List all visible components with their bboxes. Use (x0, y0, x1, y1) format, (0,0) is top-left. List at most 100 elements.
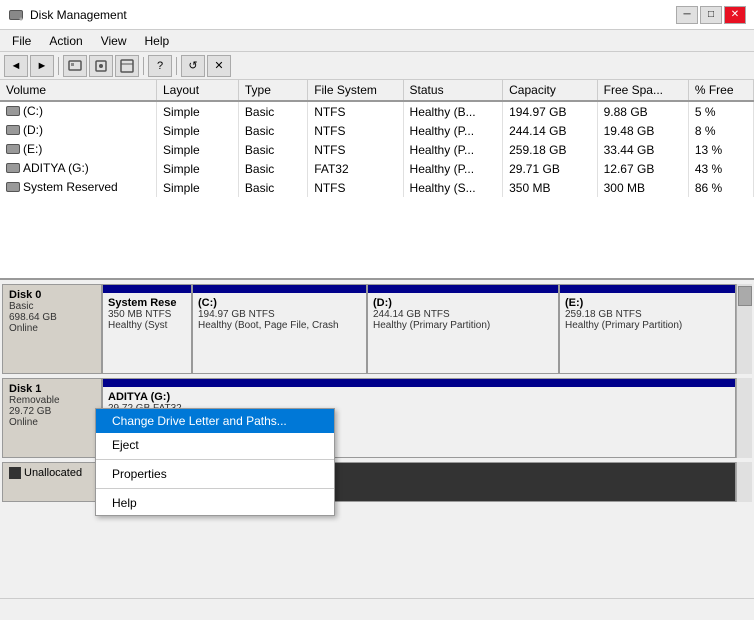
col-header-layout[interactable]: Layout (157, 80, 239, 101)
cell-pct: 86 % (688, 178, 753, 197)
menu-help[interactable]: Help (137, 32, 178, 50)
table-row[interactable]: (D:) Simple Basic NTFS Healthy (P... 244… (0, 121, 754, 140)
partition-d-name: (D:) (373, 297, 553, 309)
partition-sys-res-name: System Rese (108, 297, 186, 309)
snap-button[interactable] (115, 55, 139, 77)
cell-free: 19.48 GB (597, 121, 688, 140)
menu-bar: File Action View Help (0, 30, 754, 52)
scrollbar-thumb[interactable] (738, 286, 752, 306)
cell-volume: (C:) (0, 101, 157, 121)
disk-table-area[interactable]: Volume Layout Type File System Status Ca… (0, 80, 754, 280)
title-bar: Disk Management ─ □ ✕ (0, 0, 754, 30)
toolbar: ◄ ► ? ↺ ✕ (0, 52, 754, 80)
cell-type: Basic (238, 121, 307, 140)
disk1-size: 29.72 GB (9, 406, 95, 417)
partition-d-sub: Healthy (Primary Partition) (373, 320, 553, 331)
disk0-partitions: System Rese 350 MB NTFS Healthy (Syst (C… (102, 284, 736, 374)
help-button[interactable]: ? (148, 55, 172, 77)
cell-pct: 8 % (688, 121, 753, 140)
cell-free: 12.67 GB (597, 159, 688, 178)
col-header-cap[interactable]: Capacity (503, 80, 598, 101)
table-row[interactable]: (E:) Simple Basic NTFS Healthy (P... 259… (0, 140, 754, 159)
scrollbar[interactable] (736, 284, 752, 374)
partition-sys-res-sub: Healthy (Syst (108, 320, 186, 331)
cell-type: Basic (238, 140, 307, 159)
disk1-label: Disk 1 Removable 29.72 GB Online (2, 378, 102, 458)
partition-e[interactable]: (E:) 259.18 GB NTFS Healthy (Primary Par… (560, 285, 735, 373)
col-header-type[interactable]: Type (238, 80, 307, 101)
unallocated-label: Unallocated (2, 462, 102, 502)
up-button[interactable] (63, 55, 87, 77)
context-menu: Change Drive Letter and Paths... Eject P… (95, 408, 335, 516)
partition-e-header (560, 285, 735, 293)
context-menu-item-change-drive[interactable]: Change Drive Letter and Paths... (96, 409, 334, 433)
main-content: Volume Layout Type File System Status Ca… (0, 80, 754, 598)
partition-e-sub: Healthy (Primary Partition) (565, 320, 730, 331)
table-row[interactable]: ADITYA (G:) Simple Basic FAT32 Healthy (… (0, 159, 754, 178)
col-header-fs[interactable]: File System (308, 80, 403, 101)
toolbar-sep-2 (143, 57, 144, 75)
properties-button[interactable] (89, 55, 113, 77)
context-menu-sep2 (96, 488, 334, 489)
cell-layout: Simple (157, 159, 239, 178)
cell-free: 33.44 GB (597, 140, 688, 159)
table-row[interactable]: (C:) Simple Basic NTFS Healthy (B... 194… (0, 101, 754, 121)
col-header-volume[interactable]: Volume (0, 80, 157, 101)
cell-layout: Simple (157, 178, 239, 197)
col-header-status[interactable]: Status (403, 80, 503, 101)
cell-cap: 350 MB (503, 178, 598, 197)
cell-type: Basic (238, 178, 307, 197)
disk1-title: Disk 1 (9, 383, 95, 395)
partition-c-name: (C:) (198, 297, 361, 309)
cell-cap: 259.18 GB (503, 140, 598, 159)
context-menu-item-eject[interactable]: Eject (96, 433, 334, 457)
cell-volume: System Reserved (0, 178, 157, 197)
cell-layout: Simple (157, 121, 239, 140)
maximize-button[interactable]: □ (700, 6, 722, 24)
partition-c[interactable]: (C:) 194.97 GB NTFS Healthy (Boot, Page … (193, 285, 368, 373)
context-menu-item-properties[interactable]: Properties (96, 462, 334, 486)
disk-map-area: Disk 0 Basic 698.64 GB Online System Res… (0, 280, 754, 598)
cancel-button[interactable]: ✕ (207, 55, 231, 77)
scrollbar3[interactable] (736, 462, 752, 502)
cell-type: Basic (238, 101, 307, 121)
context-menu-item-help[interactable]: Help (96, 491, 334, 515)
col-header-pct[interactable]: % Free (688, 80, 753, 101)
partition-c-sub: Healthy (Boot, Page File, Crash (198, 320, 361, 331)
menu-view[interactable]: View (93, 32, 135, 50)
menu-file[interactable]: File (4, 32, 39, 50)
back-button[interactable]: ◄ (4, 55, 28, 77)
partition-d[interactable]: (D:) 244.14 GB NTFS Healthy (Primary Par… (368, 285, 560, 373)
minimize-button[interactable]: ─ (676, 6, 698, 24)
cell-fs: NTFS (308, 121, 403, 140)
partition-sys-res[interactable]: System Rese 350 MB NTFS Healthy (Syst (103, 285, 193, 373)
cell-cap: 194.97 GB (503, 101, 598, 121)
unallocated-text: Unallocated (24, 467, 82, 479)
refresh-button[interactable]: ↺ (181, 55, 205, 77)
close-button[interactable]: ✕ (724, 6, 746, 24)
cell-status: Healthy (P... (403, 121, 503, 140)
scrollbar2[interactable] (736, 378, 752, 458)
partition-d-header (368, 285, 558, 293)
cell-volume: (D:) (0, 121, 157, 140)
disk1-partition-header (103, 379, 735, 387)
cell-pct: 13 % (688, 140, 753, 159)
disk0-label: Disk 0 Basic 698.64 GB Online (2, 284, 102, 374)
cell-fs: NTFS (308, 101, 403, 121)
disk1-type: Removable (9, 395, 95, 406)
title-bar-left: Disk Management (8, 7, 127, 23)
partition-c-detail: 194.97 GB NTFS (198, 309, 361, 320)
window-title: Disk Management (30, 8, 127, 22)
cell-status: Healthy (B... (403, 101, 503, 121)
col-header-free[interactable]: Free Spa... (597, 80, 688, 101)
disk1-status: Online (9, 417, 95, 428)
toolbar-sep-3 (176, 57, 177, 75)
cell-status: Healthy (P... (403, 159, 503, 178)
table-row[interactable]: System Reserved Simple Basic NTFS Health… (0, 178, 754, 197)
cell-pct: 43 % (688, 159, 753, 178)
menu-action[interactable]: Action (41, 32, 90, 50)
disk1-partition-name: ADITYA (G:) (108, 391, 730, 403)
cell-cap: 29.71 GB (503, 159, 598, 178)
disk0-status: Online (9, 323, 95, 334)
forward-button[interactable]: ► (30, 55, 54, 77)
